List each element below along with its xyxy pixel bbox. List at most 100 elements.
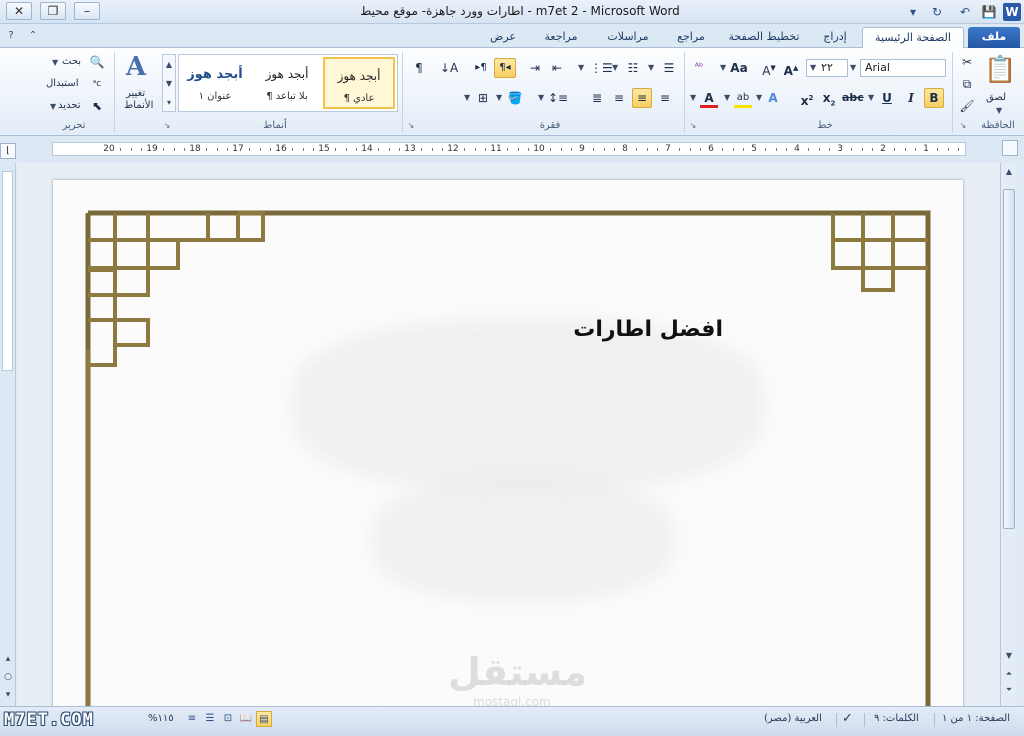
grow-font-icon[interactable]: A▲ [782,58,800,78]
font-color-dropdown-icon[interactable]: ▼ [690,93,696,102]
styles-gallery-scroll[interactable]: ▲ ▼ ▾ [162,54,176,112]
prev-page-icon[interactable]: ▴ [2,653,14,665]
change-styles-label-1[interactable]: تغيير [126,88,145,99]
line-spacing-dropdown-icon[interactable]: ▼ [538,93,544,102]
show-formatting-marks-icon[interactable]: ¶ [410,58,428,78]
tab-selector-icon[interactable]: ⌊ [0,143,16,159]
change-case-icon[interactable]: Aa [728,58,750,78]
justify-button[interactable]: ≣ [588,88,606,108]
multilevel-list-dropdown-icon[interactable]: ▼ [578,63,584,72]
browse-object-icon[interactable]: ○ [2,671,14,683]
strikethrough-button[interactable]: abc [842,88,864,108]
draft-view-button[interactable]: ≡ [184,711,200,727]
gallery-up-icon[interactable]: ▲ [163,55,175,74]
text-effects-icon[interactable]: A [764,88,782,108]
text-effects-dropdown-icon[interactable]: ▼ [756,93,762,102]
scroll-up-icon[interactable]: ▲ [1003,165,1015,179]
font-name-input[interactable]: Arial [860,59,946,77]
select-label[interactable]: تحديد [58,100,81,111]
replace-label[interactable]: استبدال [46,78,79,89]
format-painter-icon[interactable]: 🖌 [958,96,976,116]
select-icon[interactable]: ⬉ [88,96,106,116]
language-indicator[interactable]: العربية (مصر) [764,713,822,724]
minimize-ribbon-icon[interactable]: ⌃ [26,29,40,43]
underline-dropdown-icon[interactable]: ▼ [868,93,874,102]
borders-icon[interactable]: ⊞ [474,88,492,108]
multilevel-list-icon[interactable]: ⋮☰ [590,58,613,78]
bullets-dropdown-icon[interactable]: ▼ [648,63,654,72]
style-no-spacing[interactable]: أبجد هوز ¶ بلا تباعد [251,57,323,109]
change-styles-icon[interactable]: A [120,52,152,82]
proofing-icon[interactable]: ✓ [842,711,853,726]
print-layout-button[interactable]: ▤ [256,711,272,727]
tab-references[interactable]: مراجع [666,27,716,48]
tab-view[interactable]: عرض [478,27,528,48]
view-ruler-button[interactable] [1002,140,1018,156]
cut-icon[interactable]: ✂ [958,52,976,72]
outline-view-button[interactable]: ☰ [202,711,218,727]
style-normal[interactable]: أبجد هوز ¶ عادي [323,57,395,109]
horizontal-ruler[interactable]: 1 2 3 4 5 6 7 8 9 10 11 12 13 14 15 16 17 18 19 20 [52,142,966,156]
tab-home[interactable]: الصفحة الرئيسية [862,27,964,48]
font-color-icon[interactable]: A [700,88,718,108]
close-button[interactable]: ✕ [6,2,32,20]
minimize-button[interactable]: – [74,2,100,20]
increase-indent-icon[interactable]: ⇥ [526,58,544,78]
shading-icon[interactable]: 🪣 [506,88,524,108]
decrease-indent-icon[interactable]: ⇤ [548,58,566,78]
italic-button[interactable]: I [902,88,920,108]
change-styles-label-2[interactable]: الأنماط [124,100,153,111]
shading-dropdown-icon[interactable]: ▼ [496,93,502,102]
ltr-direction-button[interactable]: ▸¶ [472,58,490,78]
scroll-down-icon[interactable]: ▼ [1003,649,1015,663]
font-size-dropdown-icon[interactable]: ▼ [810,63,816,72]
bullets-icon[interactable]: ☰ [660,58,678,78]
zoom-level[interactable]: %١١٥ [148,713,174,724]
gallery-down-icon[interactable]: ▼ [163,74,175,93]
paste-label[interactable]: لصق [986,92,1006,103]
shrink-font-icon[interactable]: A▼ [760,58,778,78]
find-dropdown-icon[interactable]: ▼ [52,58,58,67]
document-heading[interactable]: افضل اطارات [463,317,723,342]
tab-insert[interactable]: إدراج [812,27,858,48]
undo-icon[interactable]: ↶ [956,3,974,21]
customize-qat-icon[interactable]: ▾ [904,3,922,21]
paste-dropdown-icon[interactable]: ▼ [996,106,1002,115]
prev-page-icon[interactable]: ⏶ [1003,667,1015,681]
superscript-button[interactable]: x2 [798,88,816,108]
clear-formatting-icon[interactable]: ᴬᵇ [690,58,708,78]
paste-icon[interactable]: 📋 [984,52,1016,88]
full-screen-reading-button[interactable]: 📖 [238,711,254,727]
tab-file[interactable]: ملف [968,27,1020,48]
redo-icon[interactable]: ↻ [928,3,946,21]
underline-button[interactable]: U [878,88,896,108]
numbering-dropdown-icon[interactable]: ▼ [612,63,618,72]
word-app-icon[interactable]: W [1003,3,1021,21]
restore-button[interactable]: ❐ [40,2,66,20]
find-icon[interactable]: 🔍 [88,52,106,72]
bold-button[interactable]: B [924,88,944,108]
styles-launcher-icon[interactable]: ↘ [162,121,172,131]
page-number[interactable]: الصفحة: ١ من ١ [942,713,1010,724]
select-dropdown-icon[interactable]: ▼ [50,102,56,111]
next-page-icon[interactable]: ⏷ [1003,683,1015,697]
help-icon[interactable]: ? [4,29,18,43]
word-count[interactable]: الكلمات: ٩ [874,713,919,724]
paragraph-launcher-icon[interactable]: ↘ [406,121,416,131]
web-layout-button[interactable]: ⊡ [220,711,236,727]
document-page[interactable]: افضل اطارات مستقل mostaql.com [53,180,963,706]
vertical-ruler-bar[interactable] [2,171,13,371]
tab-review[interactable]: مراجعة [532,27,590,48]
rtl-direction-button[interactable]: ¶◂ [494,58,516,78]
highlight-dropdown-icon[interactable]: ▼ [724,93,730,102]
clipboard-launcher-icon[interactable]: ↘ [958,121,968,131]
vertical-scrollbar[interactable]: ▲ ▼ ⏶ ⏷ [1000,163,1017,706]
save-icon[interactable]: 💾 [980,3,998,21]
change-case-dropdown-icon[interactable]: ▼ [720,63,726,72]
font-launcher-icon[interactable]: ↘ [688,121,698,131]
next-page-icon[interactable]: ▾ [2,689,14,701]
borders-dropdown-icon[interactable]: ▼ [464,93,470,102]
scroll-thumb[interactable] [1003,189,1015,529]
align-right-button[interactable]: ≡ [656,88,674,108]
replace-icon[interactable]: ᵃc [88,74,106,94]
